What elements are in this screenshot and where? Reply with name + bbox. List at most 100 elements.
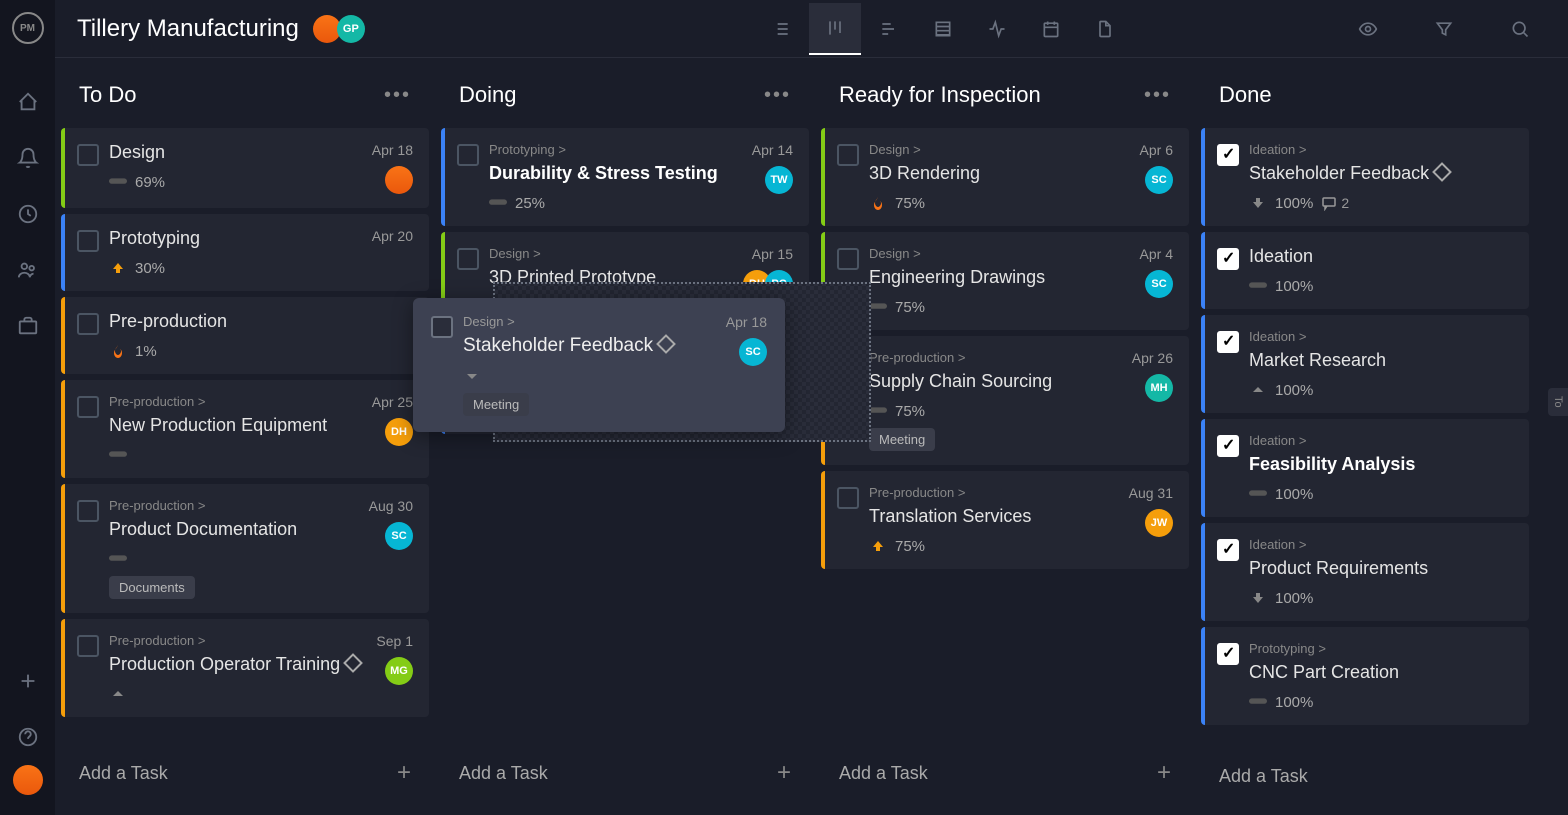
task-checkbox[interactable] — [77, 500, 99, 522]
task-title: Product Requirements — [1249, 558, 1513, 579]
column-todo: To Do ••• Design 69% Apr 18 Prototyp — [55, 58, 435, 805]
task-checkbox[interactable] — [837, 248, 859, 270]
task-parent: Pre-production > — [109, 394, 362, 409]
task-card[interactable]: Prototyping > Durability & Stress Testin… — [441, 128, 809, 226]
task-parent: Ideation > — [1249, 142, 1513, 157]
task-checkbox[interactable] — [1217, 435, 1239, 457]
assignee-avatar[interactable]: TW — [765, 166, 793, 194]
dragging-card[interactable]: Design > Stakeholder Feedback Meeting Ap… — [413, 298, 785, 432]
task-checkbox[interactable] — [77, 230, 99, 252]
task-parent: Prototyping > — [489, 142, 742, 157]
task-checkbox[interactable] — [77, 396, 99, 418]
task-card[interactable]: Ideation > Stakeholder Feedback 100% 2 — [1201, 128, 1529, 226]
assignee-avatar[interactable]: SC — [385, 522, 413, 550]
column-ready: Ready for Inspection ••• Design > 3D Ren… — [815, 58, 1195, 805]
task-card[interactable]: Ideation 100% — [1201, 232, 1529, 309]
task-card[interactable]: Ideation > Product Requirements 100% — [1201, 523, 1529, 621]
task-card[interactable]: Design 69% Apr 18 — [61, 128, 429, 208]
assignee-avatar[interactable]: JW — [1145, 509, 1173, 537]
task-card[interactable]: Prototyping > CNC Part Creation 100% — [1201, 627, 1529, 725]
add-task-button[interactable]: Add a Task — [1195, 748, 1535, 805]
sidebar: PM — [0, 0, 55, 815]
task-checkbox[interactable] — [837, 487, 859, 509]
task-parent: Ideation > — [1249, 433, 1513, 448]
task-parent: Pre-production > — [869, 350, 1122, 365]
clock-icon[interactable] — [16, 202, 40, 226]
plus-icon[interactable] — [16, 669, 40, 693]
assignee-avatar[interactable]: DH — [385, 418, 413, 446]
assignee-avatar[interactable]: SC — [1145, 270, 1173, 298]
task-title: Ideation — [1249, 246, 1513, 267]
bell-icon[interactable] — [16, 146, 40, 170]
board-view-icon[interactable] — [809, 3, 861, 55]
task-checkbox[interactable] — [431, 316, 453, 338]
task-date: Apr 20 — [372, 228, 413, 244]
task-title: Production Operator Training — [109, 654, 366, 675]
task-checkbox[interactable] — [77, 635, 99, 657]
people-icon[interactable] — [16, 258, 40, 282]
briefcase-icon[interactable] — [16, 314, 40, 338]
task-title: Supply Chain Sourcing — [869, 371, 1122, 392]
priority-icon — [869, 537, 887, 555]
task-card[interactable]: Ideation > Market Research 100% — [1201, 315, 1529, 413]
add-task-button[interactable]: Add a Task+ — [435, 741, 815, 805]
task-card[interactable]: Pre-production > Product Documentation D… — [61, 484, 429, 613]
project-title: Tillery Manufacturing — [77, 15, 299, 43]
task-checkbox[interactable] — [77, 313, 99, 335]
app-logo[interactable]: PM — [12, 12, 44, 44]
home-icon[interactable] — [16, 90, 40, 114]
assignee-avatar[interactable]: SC — [1145, 166, 1173, 194]
task-checkbox[interactable] — [1217, 331, 1239, 353]
assignee-avatar[interactable]: SC — [739, 338, 767, 366]
task-checkbox[interactable] — [1217, 144, 1239, 166]
column-menu-icon[interactable]: ••• — [384, 84, 411, 107]
task-card[interactable]: Design > 3D Rendering 75% Apr 6 SC — [821, 128, 1189, 226]
priority-icon — [109, 342, 127, 360]
task-checkbox[interactable] — [457, 144, 479, 166]
gantt-view-icon[interactable] — [863, 3, 915, 55]
files-view-icon[interactable] — [1079, 3, 1131, 55]
task-checkbox[interactable] — [457, 248, 479, 270]
calendar-view-icon[interactable] — [1025, 3, 1077, 55]
eye-icon[interactable] — [1342, 3, 1394, 55]
activity-view-icon[interactable] — [971, 3, 1023, 55]
add-task-button[interactable]: Add a Task+ — [815, 741, 1195, 805]
search-icon[interactable] — [1494, 3, 1546, 55]
task-card[interactable]: Pre-production > New Production Equipmen… — [61, 380, 429, 478]
filter-icon[interactable] — [1418, 3, 1470, 55]
task-checkbox[interactable] — [1217, 539, 1239, 561]
task-checkbox[interactable] — [1217, 643, 1239, 665]
task-parent: Ideation > — [1249, 329, 1513, 344]
column-menu-icon[interactable]: ••• — [1144, 84, 1171, 107]
add-task-button[interactable]: Add a Task+ — [55, 741, 435, 805]
task-title: Prototyping — [109, 228, 362, 249]
sheet-view-icon[interactable] — [917, 3, 969, 55]
task-checkbox[interactable] — [1217, 248, 1239, 270]
task-card[interactable]: Ideation > Feasibility Analysis 100% — [1201, 419, 1529, 517]
help-icon[interactable] — [16, 725, 40, 749]
task-title: Stakeholder Feedback — [1249, 163, 1513, 184]
assignee-avatar[interactable]: MG — [385, 657, 413, 685]
list-view-icon[interactable] — [755, 3, 807, 55]
column-menu-icon[interactable]: ••• — [764, 84, 791, 107]
task-checkbox[interactable] — [77, 144, 99, 166]
task-progress: 100% — [1275, 590, 1313, 607]
assignee-avatar[interactable] — [385, 166, 413, 194]
side-tab[interactable]: To — [1548, 388, 1568, 416]
task-card[interactable]: Pre-production 1% — [61, 297, 429, 374]
member-avatar[interactable]: GP — [337, 15, 365, 43]
task-date: Apr 4 — [1140, 246, 1173, 262]
task-card[interactable]: Pre-production > Translation Services 75… — [821, 471, 1189, 569]
task-card[interactable]: Pre-production > Production Operator Tra… — [61, 619, 429, 717]
column-title: To Do — [79, 82, 136, 108]
task-card[interactable]: Design > Engineering Drawings 75% Apr 4 … — [821, 232, 1189, 330]
task-date: Aug 30 — [369, 498, 413, 514]
task-card[interactable]: Prototyping 30% Apr 20 — [61, 214, 429, 291]
comment-count[interactable]: 2 — [1321, 195, 1349, 211]
task-checkbox[interactable] — [837, 144, 859, 166]
task-date: Apr 15 — [752, 246, 793, 262]
project-members[interactable]: GP — [317, 15, 365, 43]
assignee-avatar[interactable]: MH — [1145, 374, 1173, 402]
task-card[interactable]: Pre-production > Supply Chain Sourcing 7… — [821, 336, 1189, 465]
user-avatar[interactable] — [13, 765, 43, 795]
